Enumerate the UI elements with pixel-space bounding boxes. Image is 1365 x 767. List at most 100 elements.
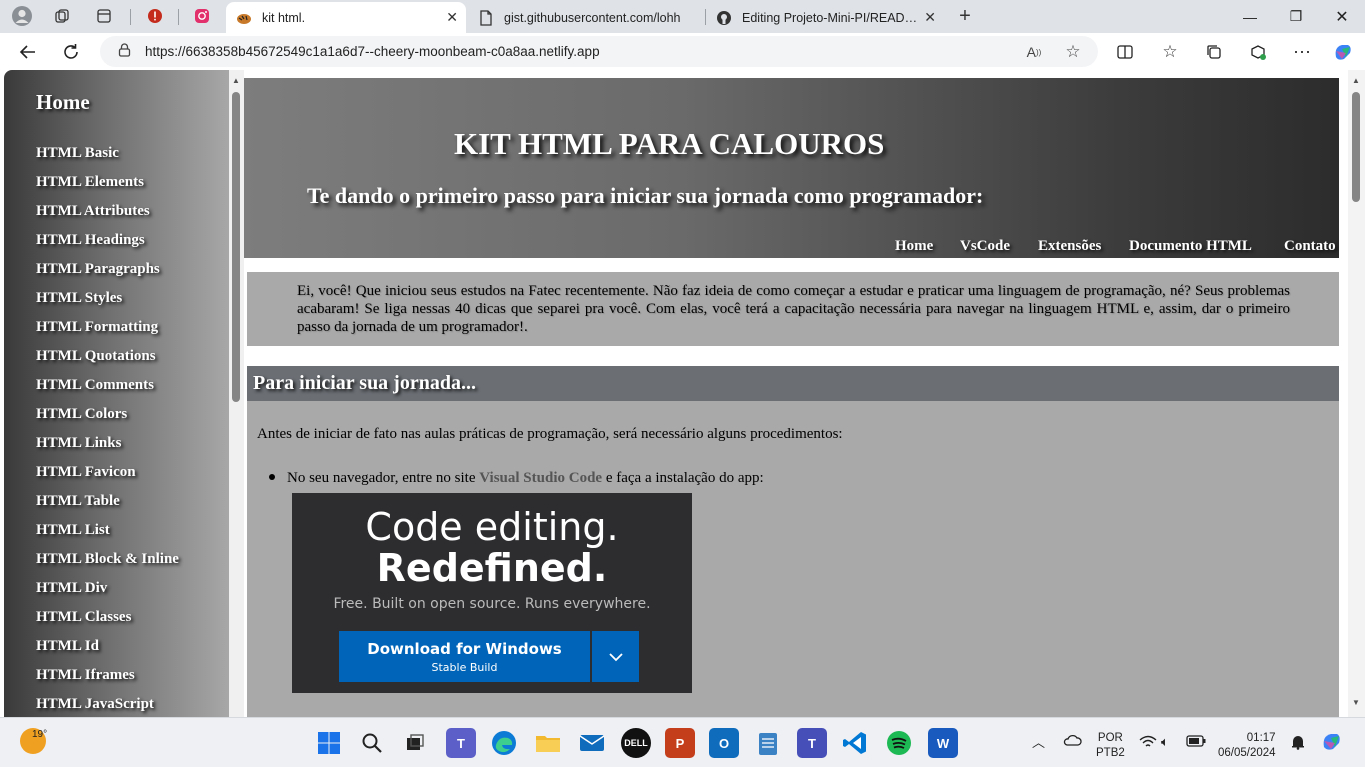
topnav-contato[interactable]: Contato [1284,238,1336,255]
sidebar-item-html-formatting[interactable]: HTML Formatting [36,319,158,336]
page-title: KIT HTML PARA CALOUROS [454,126,885,161]
minimize-icon[interactable]: — [1227,0,1273,33]
copilot-icon[interactable] [1329,38,1357,66]
file-explorer-icon[interactable] [533,728,563,758]
tiger-favicon [236,10,252,26]
teams-new-icon[interactable]: T [797,728,827,758]
sidebar-item-html-div[interactable]: HTML Div [36,580,107,597]
powerpoint-icon[interactable]: P [665,728,695,758]
vscode-icon[interactable] [840,728,870,758]
split-screen-icon[interactable] [1111,38,1139,66]
topnav-extensoes[interactable]: Extensões [1038,238,1101,255]
topnav-documento-html[interactable]: Documento HTML [1129,238,1252,255]
sidebar-item-html-list[interactable]: HTML List [36,522,110,539]
onedrive-cloud-icon[interactable] [1062,733,1082,750]
notification-bell-icon[interactable] [1290,734,1306,753]
tab-github-readme[interactable]: Editing Projeto-Mini-PI/README ✕ [706,2,944,33]
start-windows-icon[interactable] [314,728,344,758]
address-bar[interactable]: https://6638358b45672549c1a1a6d7--cheery… [100,36,1098,67]
bullet-text-before: No seu navegador, entre no site [287,470,480,486]
teams-icon[interactable]: T [446,728,476,758]
copilot-taskbar-icon[interactable] [1320,730,1344,757]
more-menu-icon[interactable]: ⋯ [1288,38,1316,66]
sidebar-item-html-headings[interactable]: HTML Headings [36,232,145,249]
sidebar-scrollbar[interactable]: ▲ [229,70,244,717]
download-for-windows-button: Download for Windows Stable Build [339,631,590,682]
lock-icon[interactable] [118,43,131,60]
sidebar-item-html-elements[interactable]: HTML Elements [36,174,144,191]
sidebar-item-html-styles[interactable]: HTML Styles [36,290,122,307]
back-arrow-icon[interactable] [14,38,42,66]
sidebar-item-html-id[interactable]: HTML Id [36,638,99,655]
section-heading: Para iniciar sua jornada... [253,372,476,394]
sidebar-item-html-javascript[interactable]: HTML JavaScript [36,696,154,713]
tab-strip: kit html. ✕ gist.githubusercontent.com/l… [0,0,1365,33]
favorites-icon[interactable]: ☆ [1156,38,1184,66]
window-close-icon[interactable]: ✕ [1319,0,1365,33]
clock[interactable]: 01:17 06/05/2024 [1218,731,1276,761]
chevron-up-icon[interactable]: ︿ [1032,732,1045,751]
section-lead-text: Antes de iniciar de fato nas aulas práti… [257,426,843,442]
notepad-icon[interactable] [753,728,783,758]
sidebar-item-html-colors[interactable]: HTML Colors [36,406,127,423]
topnav-home[interactable]: Home [895,238,933,255]
new-tab-plus-icon[interactable]: + [951,4,979,28]
sidebar-item-html-classes[interactable]: HTML Classes [36,609,131,626]
topnav-vscode[interactable]: VsCode [960,238,1010,255]
sidebar-item-html-links[interactable]: HTML Links [36,435,121,452]
language-code: POR [1097,732,1123,744]
spotify-icon[interactable] [884,728,914,758]
profile-avatar-icon[interactable] [8,4,36,28]
page-scroll-thumb[interactable] [1352,92,1360,202]
wifi-icon[interactable] [1139,735,1157,752]
scroll-down-arrow-icon[interactable]: ▼ [1352,698,1360,707]
bullet-text-after: e faça a instalação do app: [602,470,764,486]
sidebar-item-html-paragraphs[interactable]: HTML Paragraphs [36,261,160,278]
workspaces-icon[interactable] [48,4,76,28]
edge-icon[interactable] [489,728,519,758]
read-aloud-icon[interactable]: A)) [1022,40,1046,64]
warning-circle-icon[interactable] [141,4,169,28]
sidebar-item-html-attributes[interactable]: HTML Attributes [36,203,150,220]
task-view-icon[interactable] [400,728,430,758]
tab-gist[interactable]: gist.githubusercontent.com/lohh [468,2,704,33]
search-icon[interactable] [357,728,387,758]
sidebar-item-html-iframes[interactable]: HTML Iframes [36,667,135,684]
collections-icon[interactable] [1200,38,1228,66]
page-subtitle: Te dando o primeiro passo para iniciar s… [307,183,984,208]
url-text[interactable]: https://6638358b45672549c1a1a6d7--cheery… [145,44,600,59]
page-scrollbar[interactable]: ▲ ▼ [1348,70,1365,717]
outlook-icon[interactable]: O [709,728,739,758]
sidebar-scroll-thumb[interactable] [232,92,240,402]
close-icon[interactable]: ✕ [446,9,458,26]
scroll-up-arrow-icon[interactable]: ▲ [1352,76,1360,85]
close-icon[interactable]: ✕ [924,9,936,26]
dell-icon[interactable]: DELL [621,728,651,758]
list-item: No seu navegador, entre no site Visual S… [269,470,764,487]
mail-icon[interactable] [577,728,607,758]
bullet-dot [269,473,275,480]
volume-icon[interactable]: 🔈︎ [1161,734,1169,750]
sidebar-item-html-basic[interactable]: HTML Basic [36,145,119,162]
instagram-icon[interactable] [188,4,216,28]
refresh-icon[interactable] [57,38,85,66]
scroll-up-arrow-icon[interactable]: ▲ [232,76,240,85]
sidebar-item-html-comments[interactable]: HTML Comments [36,377,154,394]
sidebar-item-html-quotations[interactable]: HTML Quotations [36,348,156,365]
extensions-icon[interactable] [1244,38,1272,66]
sidebar-home-link[interactable]: Home [36,90,90,115]
tab-separator [178,9,179,25]
battery-icon[interactable] [1186,735,1206,750]
visual-studio-code-link[interactable]: Visual Studio Code [479,470,602,486]
promo-line-1: Code editing. [365,505,619,549]
tab-kit-html[interactable]: kit html. ✕ [226,2,466,33]
main-content: KIT HTML PARA CALOUROS Te dando o primei… [244,78,1339,717]
restore-icon[interactable]: ❐ [1273,0,1319,33]
sidebar-item-html-table[interactable]: HTML Table [36,493,120,510]
favorite-star-icon[interactable]: ☆ [1061,40,1085,64]
word-icon[interactable]: W [928,728,958,758]
sidebar-item-html-block-inline[interactable]: HTML Block & Inline [36,551,179,568]
input-language-indicator[interactable]: POR PTB2 [1096,731,1125,761]
tab-actions-icon[interactable] [90,4,118,28]
sidebar-item-html-favicon[interactable]: HTML Favicon [36,464,136,481]
